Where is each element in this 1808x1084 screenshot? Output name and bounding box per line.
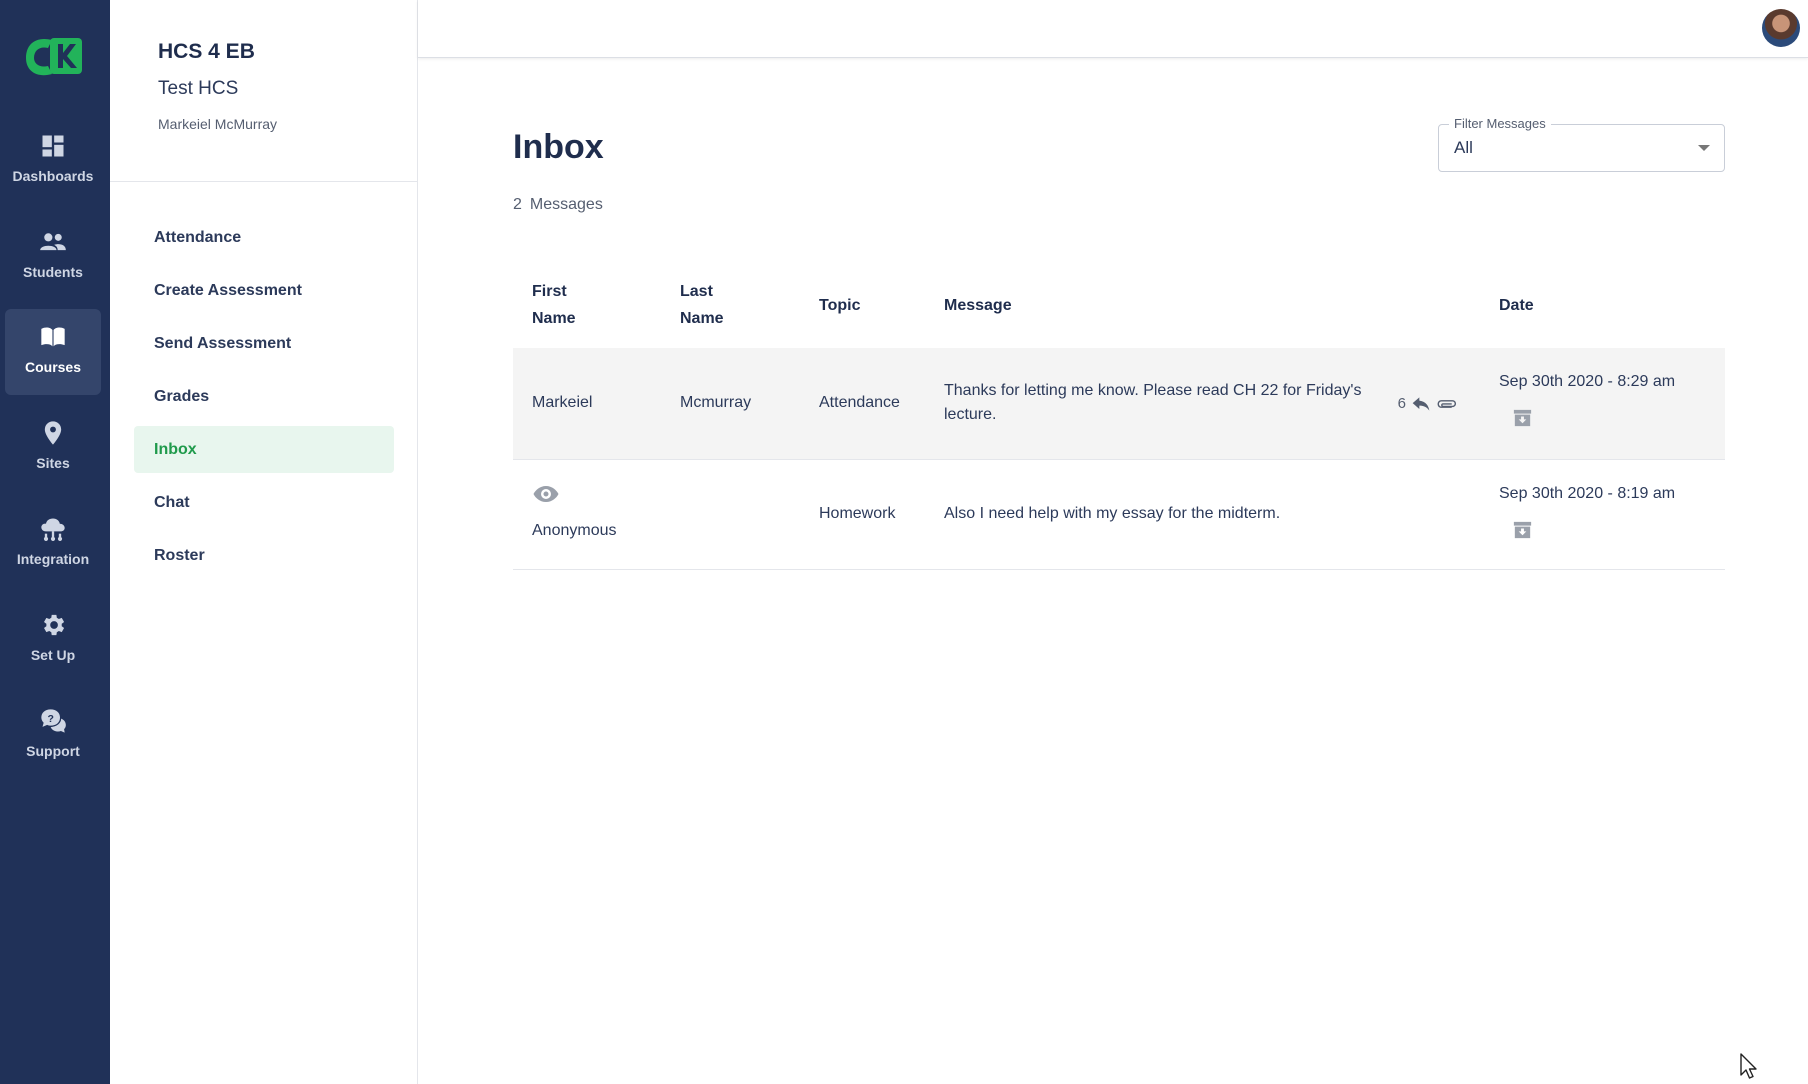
rail-label: Support xyxy=(26,743,80,759)
people-icon xyxy=(40,233,66,251)
rail-item-courses[interactable]: Courses xyxy=(5,309,101,395)
course-nav: Attendance Create Assessment Send Assess… xyxy=(134,214,394,585)
app-logo[interactable] xyxy=(22,34,84,80)
cloud-network-icon xyxy=(41,518,65,542)
filter-label: Filter Messages xyxy=(1449,116,1551,131)
book-icon xyxy=(41,327,65,347)
reply-icon[interactable] xyxy=(1410,394,1432,414)
archive-icon xyxy=(1513,521,1532,538)
course-header: HCS 4 EB Test HCS Markeiel McMurray xyxy=(110,0,417,182)
rail-item-set-up[interactable]: Set Up xyxy=(5,597,101,683)
table-row[interactable]: Anonymous Homework Also I need help with… xyxy=(513,459,1725,570)
cell-message: Also I need help with my essay for the m… xyxy=(925,459,1480,570)
rail-item-support[interactable]: ? Support xyxy=(5,693,101,779)
table-header-row: First Name Last Name Topic Message Date xyxy=(513,262,1725,348)
table-row[interactable]: Markeiel Mcmurray Attendance Thanks for … xyxy=(513,348,1725,460)
column-header-message[interactable]: Message xyxy=(925,262,1480,348)
rail-label: Students xyxy=(23,264,83,280)
column-header-first-name[interactable]: First Name xyxy=(513,262,661,348)
rail-label: Courses xyxy=(24,359,82,375)
cell-first-name: Markeiel xyxy=(513,348,661,460)
archive-button[interactable] xyxy=(1511,406,1534,429)
cell-date: Sep 30th 2020 - 8:29 am xyxy=(1480,348,1725,460)
message-count-label: Messages xyxy=(529,196,603,213)
help-chat-icon: ? xyxy=(41,709,66,733)
course-code: HCS 4 EB xyxy=(158,40,255,63)
location-pin-icon xyxy=(44,421,62,445)
nav-item-attendance[interactable]: Attendance xyxy=(134,214,394,261)
rail-item-students[interactable]: Students xyxy=(5,214,101,300)
nav-item-send-assessment[interactable]: Send Assessment xyxy=(134,320,394,367)
sender-name: Anonymous xyxy=(532,522,617,539)
primary-sidebar: Dashboards Students Courses Sites Integr… xyxy=(0,0,110,1084)
course-name: Test HCS xyxy=(158,78,239,99)
rail-label: Set Up xyxy=(30,647,76,663)
cell-message: Thanks for letting me know. Please read … xyxy=(925,348,1480,460)
top-bar xyxy=(418,0,1808,58)
mouse-cursor-icon xyxy=(1740,1053,1757,1079)
eye-icon xyxy=(532,485,661,503)
message-text: Thanks for letting me know. Please read … xyxy=(944,382,1362,424)
message-date: Sep 30th 2020 - 8:29 am xyxy=(1499,373,1676,390)
nav-item-chat[interactable]: Chat xyxy=(134,479,394,526)
rail-label: Sites xyxy=(36,455,70,471)
dropdown-caret-icon xyxy=(1698,145,1710,151)
cell-topic: Attendance xyxy=(800,348,925,460)
message-count-number: 2 xyxy=(513,196,522,213)
message-meta: 6 xyxy=(1398,392,1458,416)
archive-button[interactable] xyxy=(1511,518,1534,541)
dashboard-icon xyxy=(42,135,64,157)
nav-item-inbox[interactable]: Inbox xyxy=(134,426,394,473)
cell-topic: Homework xyxy=(800,459,925,570)
message-date: Sep 30th 2020 - 8:19 am xyxy=(1499,484,1676,502)
cell-last-name: Mcmurray xyxy=(661,348,800,460)
page-title: Inbox xyxy=(513,128,604,166)
message-count: 2 Messages xyxy=(513,196,611,214)
user-avatar[interactable] xyxy=(1762,9,1800,47)
column-header-topic[interactable]: Topic xyxy=(800,262,925,348)
rail-label: Integration xyxy=(16,551,90,567)
gear-icon xyxy=(44,614,65,636)
rail-item-sites[interactable]: Sites xyxy=(5,405,101,491)
messages-table: First Name Last Name Topic Message Date Ma… xyxy=(513,262,1725,570)
column-header-date[interactable]: Date xyxy=(1480,262,1725,348)
rail-item-integration[interactable]: Integration xyxy=(5,501,101,587)
message-text: Also I need help with my essay for the m… xyxy=(944,505,1281,522)
cell-first-name: Anonymous xyxy=(513,459,661,570)
filter-value: All xyxy=(1454,138,1473,157)
archive-icon xyxy=(1513,409,1532,427)
rail-item-dashboards[interactable]: Dashboards xyxy=(5,118,101,204)
filter-messages-select[interactable]: Filter Messages All xyxy=(1438,116,1725,172)
course-user-name: Markeiel McMurray xyxy=(158,116,278,132)
nav-item-create-assessment[interactable]: Create Assessment xyxy=(134,267,394,314)
rail-label: Dashboards xyxy=(12,168,94,184)
cell-last-name xyxy=(661,459,800,570)
cell-date: Sep 30th 2020 - 8:19 am xyxy=(1480,459,1725,570)
nav-item-grades[interactable]: Grades xyxy=(134,373,394,420)
svg-text:?: ? xyxy=(47,713,53,725)
paperclip-icon[interactable] xyxy=(1436,394,1458,414)
nav-item-roster[interactable]: Roster xyxy=(134,532,394,579)
course-sidebar: HCS 4 EB Test HCS Markeiel McMurray Atte… xyxy=(110,0,418,1084)
column-header-last-name[interactable]: Last Name xyxy=(661,262,800,348)
reply-count: 6 xyxy=(1397,395,1406,412)
